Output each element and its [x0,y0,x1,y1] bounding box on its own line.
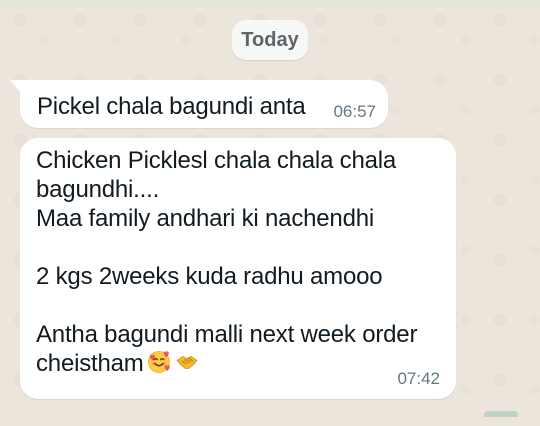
message-line: 2 kgs 2weeks kuda radhu amooo [36,263,383,290]
date-chip-label: Today [241,28,299,51]
scroll-indicator [484,411,518,417]
message-line: cheistham [36,350,144,377]
message-line-with-emojis: cheistham [36,349,438,378]
message-time: 07:42 [397,369,440,388]
date-chip: Today [232,20,308,60]
message-line: Antha bagundi malli next week order [36,321,418,348]
message-line: bagundhi.... [36,176,160,203]
handshake-icon [174,349,200,375]
incoming-message-bubble[interactable]: Pickel chala bagundi anta 06:57 [10,80,388,128]
message-line-empty [36,291,438,320]
message-line: Chicken Picklesl chala chala chala [36,147,397,174]
message-line-empty [36,233,438,262]
smiling-face-with-hearts-icon [146,349,172,375]
message-text-block: Chicken Picklesl chala chala chala bagun… [36,146,438,378]
message-time: 06:57 [333,102,376,121]
top-strip [0,0,540,8]
message-line: Maa family andhari ki nachendhi [36,205,374,232]
incoming-message-bubble[interactable]: Chicken Picklesl chala chala chala bagun… [20,138,456,399]
